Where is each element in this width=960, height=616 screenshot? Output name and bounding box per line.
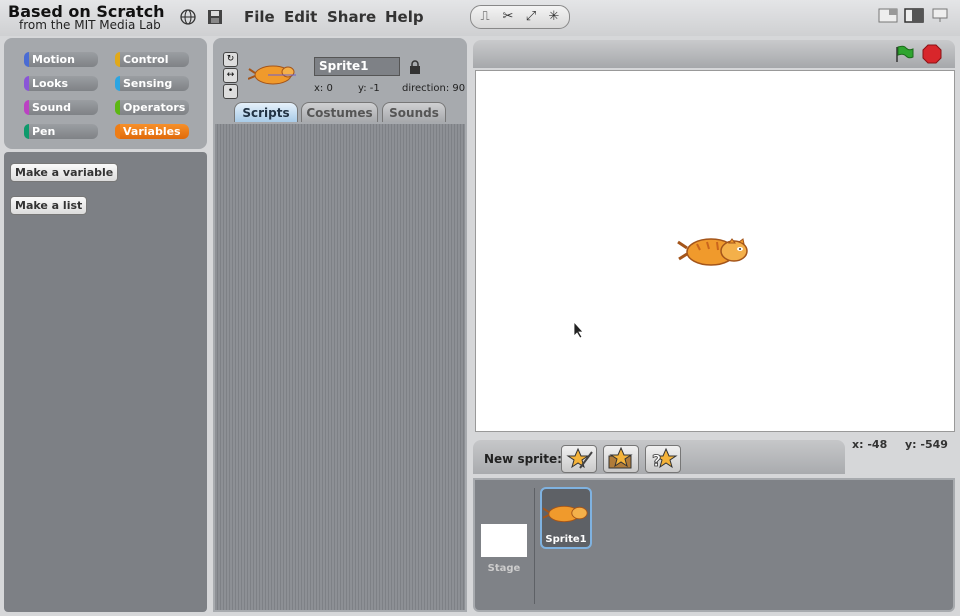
stage-thumbnail[interactable] [481, 524, 527, 557]
grow-icon[interactable]: ⤢ [521, 7, 541, 27]
category-color-bar [115, 100, 120, 115]
category-pen[interactable]: Pen [24, 124, 98, 139]
sprite-on-stage[interactable] [677, 232, 751, 274]
category-motion[interactable]: Motion [24, 52, 98, 67]
stamp-icon[interactable]: ⎍ [475, 7, 495, 27]
y-label: y: [358, 83, 367, 94]
no-rotate-icon[interactable]: • [223, 84, 238, 99]
mouse-y-readout: y: -549 [905, 438, 948, 451]
menu-share[interactable]: Share [327, 8, 376, 26]
small-stage-icon[interactable] [878, 8, 898, 23]
tab-costumes[interactable]: Costumes [301, 102, 378, 122]
stage-header [473, 40, 955, 68]
category-label: Variables [123, 125, 181, 138]
category-label: Motion [32, 53, 75, 66]
script-area[interactable] [213, 122, 467, 612]
random-sprite-button[interactable]: ? [645, 445, 681, 473]
category-color-bar [115, 52, 120, 67]
category-variables[interactable]: Variables [115, 124, 189, 139]
menu-help[interactable]: Help [385, 8, 424, 26]
mouse-y-label: y: [905, 438, 917, 451]
green-flag-icon[interactable] [894, 45, 914, 67]
category-color-bar [24, 124, 29, 139]
mouse-x-value: -48 [867, 438, 888, 451]
mouse-coordinates: x: -48 y: -549 [845, 436, 955, 454]
category-label: Control [123, 53, 169, 66]
scissors-icon[interactable]: ✂ [498, 7, 518, 27]
stage-label: Stage [487, 563, 521, 574]
choose-sprite-file-button[interactable] [603, 445, 639, 473]
category-control[interactable]: Control [115, 52, 189, 67]
svg-text:?: ? [652, 451, 661, 470]
sprite-thumbnail [247, 60, 298, 92]
make-variable-button[interactable]: Make a variable [10, 163, 119, 182]
category-operators[interactable]: Operators [115, 100, 189, 115]
category-sound[interactable]: Sound [24, 100, 98, 115]
make-list-button[interactable]: Make a list [10, 196, 88, 215]
sprite-x-readout: x: 0 [314, 83, 333, 94]
tab-sounds[interactable]: Sounds [382, 102, 446, 122]
category-color-bar [24, 76, 29, 91]
category-label: Sensing [123, 77, 173, 90]
sprite1-costume-image [543, 505, 588, 523]
save-icon[interactable] [206, 8, 224, 26]
y-value: -1 [369, 83, 380, 94]
stop-icon[interactable] [922, 44, 942, 68]
sprite-list-divider [534, 488, 535, 604]
category-color-bar [24, 52, 29, 67]
menu-file[interactable]: File [244, 8, 275, 26]
x-value: 0 [326, 83, 333, 94]
globe-icon[interactable] [179, 8, 197, 26]
sprite1-thumbnail[interactable]: Sprite1 [540, 487, 592, 549]
new-sprite-label: New sprite: [484, 452, 562, 466]
category-label: Looks [32, 77, 68, 90]
flip-style-icon[interactable]: ↔ [223, 68, 238, 83]
mouse-x-readout: x: -48 [852, 438, 887, 451]
presentation-mode-icon[interactable] [930, 8, 950, 23]
surprise-sprite-icon: ? [652, 447, 678, 470]
category-color-bar [24, 100, 29, 115]
category-looks[interactable]: Looks [24, 76, 98, 91]
shrink-icon[interactable]: ✳ [544, 7, 564, 27]
mouse-y-value: -549 [920, 438, 948, 451]
category-color-bar [115, 76, 120, 91]
mouse-x-label: x: [852, 438, 864, 451]
tool-group: ⎍ ✂ ⤢ ✳ [470, 5, 570, 29]
category-label: Operators [123, 101, 186, 114]
paint-sprite-icon [566, 447, 593, 469]
tab-scripts[interactable]: Scripts [234, 102, 298, 122]
lock-icon[interactable] [409, 59, 421, 78]
sprite-y-readout: y: -1 [358, 83, 380, 94]
category-sensing[interactable]: Sensing [115, 76, 189, 91]
direction-value: 90 [452, 83, 466, 94]
menu-edit[interactable]: Edit [284, 8, 317, 26]
paint-new-sprite-button[interactable] [561, 445, 597, 473]
folder-sprite-icon [608, 446, 633, 469]
category-label: Pen [32, 125, 56, 138]
brand-subtitle: from the MIT Media Lab [19, 18, 161, 32]
block-palette [4, 152, 207, 612]
rotate-style-icon[interactable]: ↻ [223, 52, 238, 67]
x-label: x: [314, 83, 324, 94]
sprite-name-field[interactable]: Sprite1 [314, 57, 400, 76]
category-label: Sound [32, 101, 72, 114]
category-color-bar [115, 124, 120, 139]
mouse-cursor-icon [573, 320, 585, 343]
normal-stage-icon[interactable] [904, 8, 924, 23]
direction-label: direction: [402, 83, 450, 94]
sprite-direction-readout: direction: 90 [402, 83, 465, 94]
sprite1-label: Sprite1 [545, 534, 587, 545]
